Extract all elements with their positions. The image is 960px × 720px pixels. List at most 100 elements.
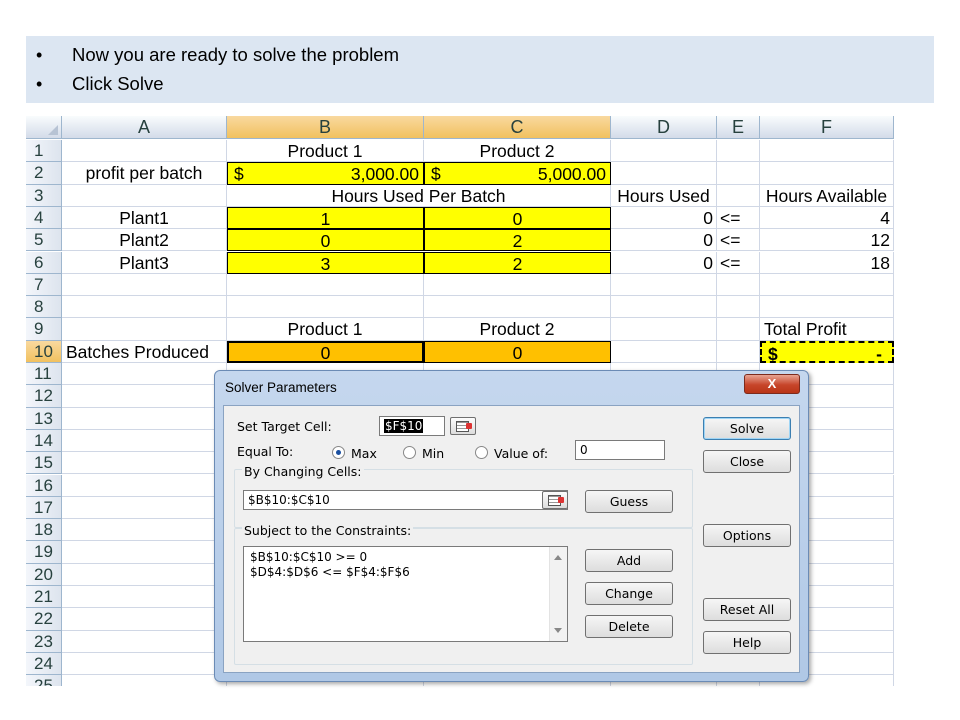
column-header-c[interactable]: C (424, 116, 611, 139)
empty-cell[interactable] (611, 318, 717, 341)
empty-cell[interactable] (62, 652, 227, 676)
cell-c5[interactable]: 2 (424, 229, 611, 252)
row-header[interactable]: 20 (26, 563, 62, 586)
cell-b5[interactable]: 0 (227, 229, 424, 252)
cell-b4[interactable]: 1 (227, 206, 424, 230)
row-header[interactable]: 14 (26, 429, 62, 453)
cell-d3[interactable]: Hours Used (611, 184, 717, 207)
empty-cell[interactable] (717, 162, 760, 185)
cell-f9[interactable]: Total Profit (760, 318, 894, 341)
empty-cell[interactable] (62, 586, 227, 609)
cell-e4[interactable]: <= (717, 206, 760, 230)
guess-button[interactable]: Guess (585, 490, 673, 513)
row-header[interactable]: 7 (26, 273, 62, 297)
empty-cell[interactable] (62, 452, 227, 475)
row-header[interactable]: 9 (26, 318, 62, 341)
cell-a4[interactable]: Plant1 (62, 206, 227, 230)
constraints-scrollbar[interactable] (549, 547, 567, 641)
cell-c6[interactable]: 2 (424, 251, 611, 274)
row-header[interactable]: 8 (26, 296, 62, 319)
constraint-item[interactable]: $B$10:$C$10 >= 0 (244, 550, 567, 565)
scroll-down-icon[interactable] (554, 628, 562, 633)
cell-b9[interactable]: Product 1 (227, 318, 424, 341)
cell-f10[interactable]: $ - (760, 340, 894, 364)
cell-f4[interactable]: 4 (760, 206, 894, 230)
empty-cell[interactable] (62, 363, 227, 386)
empty-cell[interactable] (62, 184, 227, 207)
empty-cell[interactable] (62, 318, 227, 341)
row-header[interactable]: 6 (26, 251, 62, 274)
empty-cell[interactable] (227, 273, 424, 297)
empty-cell[interactable] (717, 340, 760, 363)
cell-a2[interactable]: profit per batch (62, 162, 227, 185)
select-all-corner[interactable] (26, 116, 62, 139)
cell-c1[interactable]: Product 2 (424, 140, 611, 163)
row-header[interactable]: 1 (26, 140, 62, 163)
cell-e5[interactable]: <= (717, 229, 760, 252)
target-cell-input[interactable]: $F$10 (379, 416, 445, 436)
row-header[interactable]: 16 (26, 474, 62, 497)
cell-b10[interactable]: 0 (227, 340, 424, 363)
empty-cell[interactable] (62, 496, 227, 520)
row-header[interactable]: 11 (26, 363, 62, 386)
cell-d6[interactable]: 0 (611, 251, 717, 274)
cell-f3[interactable]: Hours Available (760, 184, 894, 207)
column-header-d[interactable]: D (611, 116, 717, 139)
change-button[interactable]: Change (585, 582, 673, 605)
cell-c9[interactable]: Product 2 (424, 318, 611, 341)
empty-cell[interactable] (611, 162, 717, 185)
empty-cell[interactable] (62, 630, 227, 653)
cell-a10[interactable]: Batches Produced (62, 340, 227, 363)
empty-cell[interactable] (760, 296, 894, 319)
empty-cell[interactable] (62, 608, 227, 631)
empty-cell[interactable] (717, 296, 760, 319)
empty-cell[interactable] (62, 474, 227, 497)
empty-cell[interactable] (611, 273, 717, 297)
cell-d4[interactable]: 0 (611, 206, 717, 230)
changing-cells-input[interactable]: $B$10:$C$10 (243, 490, 568, 510)
row-header[interactable]: 3 (26, 184, 62, 207)
empty-cell[interactable] (62, 140, 227, 163)
constraint-item[interactable]: $D$4:$D$6 <= $F$4:$F$6 (244, 565, 567, 580)
scroll-up-icon[interactable] (554, 555, 562, 560)
cell-a5[interactable]: Plant2 (62, 229, 227, 252)
empty-cell[interactable] (62, 519, 227, 542)
empty-cell[interactable] (760, 140, 894, 163)
cell-b6[interactable]: 3 (227, 251, 424, 274)
row-header[interactable]: 18 (26, 519, 62, 542)
empty-cell[interactable] (62, 563, 227, 586)
value-of-radio[interactable] (475, 446, 488, 459)
add-button[interactable]: Add (585, 549, 673, 572)
column-header-f[interactable]: F (760, 116, 894, 139)
min-radio[interactable] (403, 446, 416, 459)
delete-button[interactable]: Delete (585, 615, 673, 638)
empty-cell[interactable] (424, 296, 611, 319)
cell-a6[interactable]: Plant3 (62, 251, 227, 274)
row-header[interactable]: 15 (26, 452, 62, 475)
empty-cell[interactable] (760, 273, 894, 297)
constraints-list[interactable]: $B$10:$C$10 >= 0 $D$4:$D$6 <= $F$4:$F$6 (243, 546, 568, 642)
empty-cell[interactable] (62, 407, 227, 430)
row-header[interactable]: 21 (26, 586, 62, 609)
help-button[interactable]: Help (703, 631, 791, 654)
row-header[interactable]: 17 (26, 496, 62, 520)
cell-c10[interactable]: 0 (424, 340, 611, 363)
column-header-e[interactable]: E (717, 116, 760, 139)
empty-cell[interactable] (717, 140, 760, 163)
cell-e6[interactable]: <= (717, 251, 760, 274)
empty-cell[interactable] (760, 162, 894, 185)
column-header-a[interactable]: A (62, 116, 227, 139)
empty-cell[interactable] (62, 675, 227, 686)
close-icon[interactable]: X (744, 374, 800, 394)
row-header[interactable]: 10 (26, 340, 62, 363)
empty-cell[interactable] (227, 296, 424, 319)
close-button[interactable]: Close (703, 450, 791, 473)
row-header[interactable]: 13 (26, 407, 62, 430)
cell-f5[interactable]: 12 (760, 229, 894, 252)
empty-cell[interactable] (611, 140, 717, 163)
empty-cell[interactable] (717, 273, 760, 297)
cell-c4[interactable]: 0 (424, 206, 611, 230)
empty-cell[interactable] (62, 429, 227, 453)
cell-d5[interactable]: 0 (611, 229, 717, 252)
cell-b2[interactable]: $3,000.00 (227, 162, 424, 185)
